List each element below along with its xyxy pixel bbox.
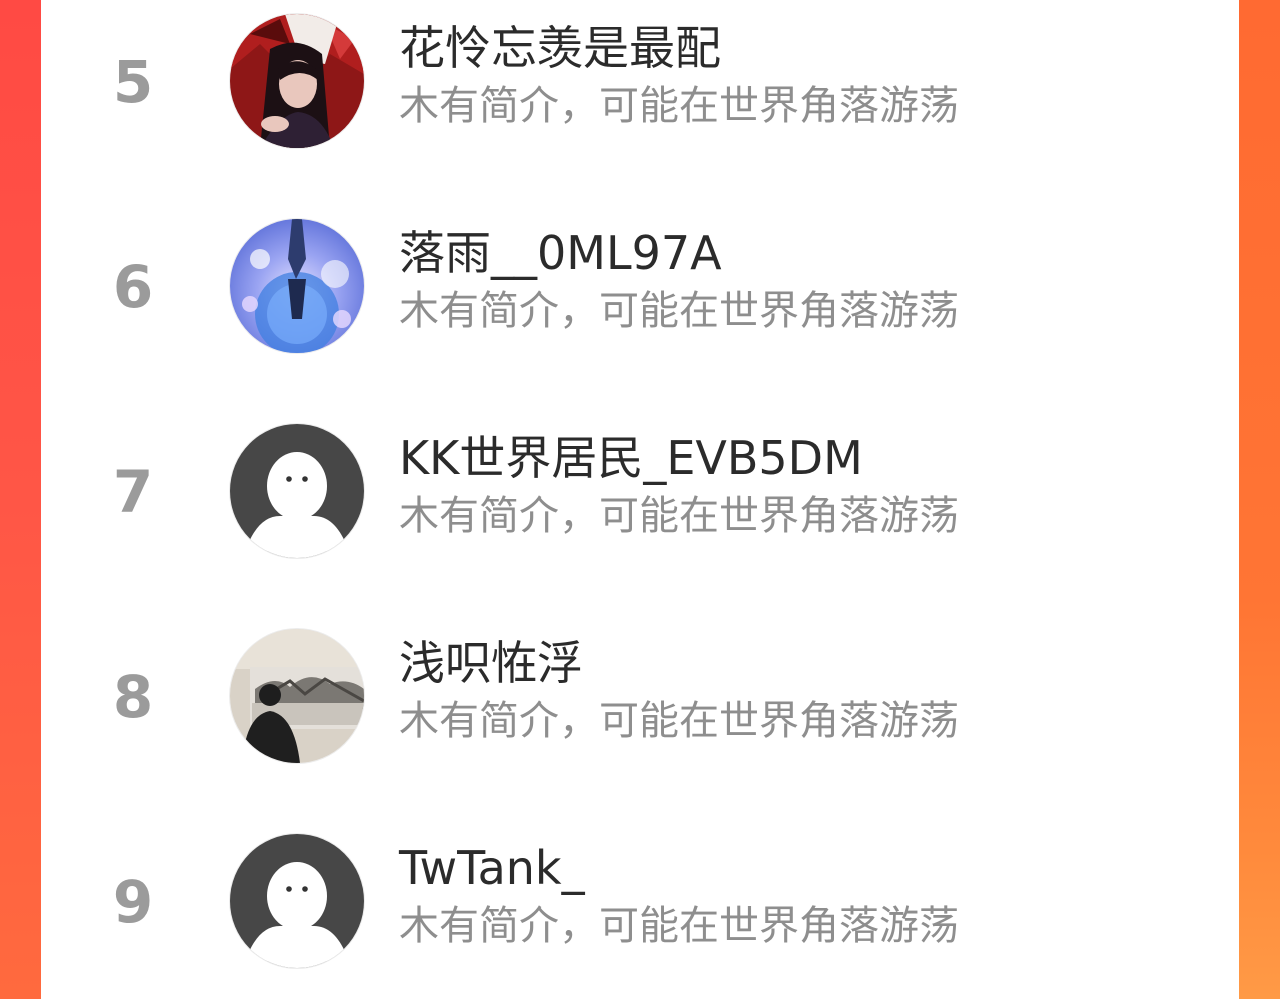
- user-name: 落雨__0ML97A: [399, 226, 722, 280]
- default-user-avatar-icon: [230, 424, 364, 558]
- user-avatar[interactable]: [230, 424, 364, 558]
- user-bio: 木有简介，可能在世界角落游荡: [399, 903, 959, 949]
- rank-number: 8: [112, 663, 154, 731]
- user-name: KK世界居民_EVB5DM: [399, 431, 863, 485]
- default-user-avatar-icon: [230, 834, 364, 968]
- rank-number: 5: [112, 48, 154, 116]
- user-bio: 木有简介，可能在世界角落游荡: [399, 698, 959, 744]
- background-right-edge: [1239, 0, 1280, 999]
- ranking-card: 5 花怜忘羡是最配 木有简介，可能在世界角落游荡 6 落雨__0ML97A 木有…: [41, 0, 1239, 999]
- ranking-list-item[interactable]: 9 TwTank_ 木有简介，可能在世界角落游荡: [41, 820, 1239, 970]
- user-name: TwTank_: [399, 841, 585, 895]
- ranking-list-item[interactable]: 5 花怜忘羡是最配 木有简介，可能在世界角落游荡: [41, 0, 1239, 150]
- ranking-list-item[interactable]: 7 KK世界居民_EVB5DM 木有简介，可能在世界角落游荡: [41, 410, 1239, 560]
- rank-number: 6: [112, 253, 154, 321]
- user-name: 花怜忘羡是最配: [399, 21, 721, 75]
- user-avatar[interactable]: [230, 834, 364, 968]
- user-bio: 木有简介，可能在世界角落游荡: [399, 83, 959, 129]
- user-avatar[interactable]: [230, 219, 364, 353]
- fantasy-illustration-avatar-icon: [230, 219, 364, 353]
- ranking-list-item[interactable]: 8 浅呮恠浮 木有简介，可能在世界角落游荡: [41, 615, 1239, 765]
- user-avatar[interactable]: [230, 629, 364, 763]
- ranking-list-item[interactable]: 6 落雨__0ML97A 木有简介，可能在世界角落游荡: [41, 205, 1239, 355]
- anime-character-avatar-icon: [230, 14, 364, 148]
- user-bio: 木有简介，可能在世界角落游荡: [399, 493, 959, 539]
- person-photo-avatar-icon: [230, 629, 364, 763]
- user-name: 浅呮恠浮: [399, 636, 583, 690]
- user-bio: 木有简介，可能在世界角落游荡: [399, 288, 959, 334]
- rank-number: 7: [112, 458, 154, 526]
- rank-number: 9: [112, 868, 154, 936]
- background-left-edge: [0, 0, 41, 999]
- user-avatar[interactable]: [230, 14, 364, 148]
